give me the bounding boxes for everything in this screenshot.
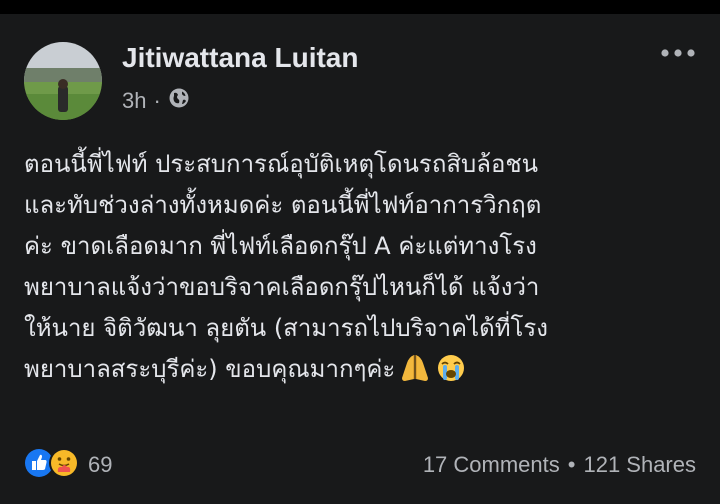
shares-count[interactable]: 121 Shares bbox=[583, 452, 696, 478]
post-time[interactable]: 3h bbox=[122, 88, 146, 114]
post-line: ค่ะ ขาดเลือดมาก พี่ไฟท์เลือดกรุ๊ป A ค่ะแ… bbox=[24, 232, 537, 260]
stats-separator: • bbox=[567, 452, 576, 477]
author-name[interactable]: Jitiwattana Luitan bbox=[122, 42, 358, 74]
reaction-count: 69 bbox=[88, 452, 113, 477]
status-bar bbox=[0, 0, 720, 14]
post-line: ตอนนี้พี่ไฟท์ ประสบการณ์อุบัติเหตุโดนรถส… bbox=[24, 150, 539, 178]
engagement-stats: 17 Comments • 121 Shares bbox=[423, 448, 696, 482]
post-line: ให้นาย จิติวัฒนา ลุยตัน (สามารถไปบริจาคไ… bbox=[24, 314, 549, 342]
post-line-last: พยาบาลสระบุรีค่ะ) ขอบคุณมากๆค่ะ bbox=[24, 349, 714, 396]
post-text: ตอนนี้พี่ไฟท์ ประสบการณ์อุบัติเหตุโดนรถส… bbox=[24, 144, 714, 396]
post-meta: 3h · bbox=[122, 86, 190, 116]
globe-icon bbox=[168, 87, 190, 115]
more-icon bbox=[661, 49, 695, 57]
more-options-button[interactable] bbox=[658, 40, 698, 66]
reactions-summary[interactable]: 69 bbox=[24, 448, 112, 482]
folded-hands-emoji bbox=[399, 353, 431, 396]
post-line: และทับช่วงล่างทั้งหมดค่ะ ตอนนี้พี่ไฟท์อา… bbox=[24, 191, 542, 219]
care-icon bbox=[48, 447, 80, 483]
avatar[interactable] bbox=[24, 42, 102, 120]
post-line: พยาบาลสระบุรีค่ะ) ขอบคุณมากๆค่ะ bbox=[24, 355, 396, 383]
comments-count[interactable]: 17 Comments bbox=[423, 452, 560, 478]
post-line: พยาบาลแจ้งว่าขอบริจาคเลือดกรุ๊ปไหนก็ได้ … bbox=[24, 273, 540, 301]
meta-separator: · bbox=[153, 88, 161, 113]
crying-face-emoji bbox=[435, 353, 467, 396]
